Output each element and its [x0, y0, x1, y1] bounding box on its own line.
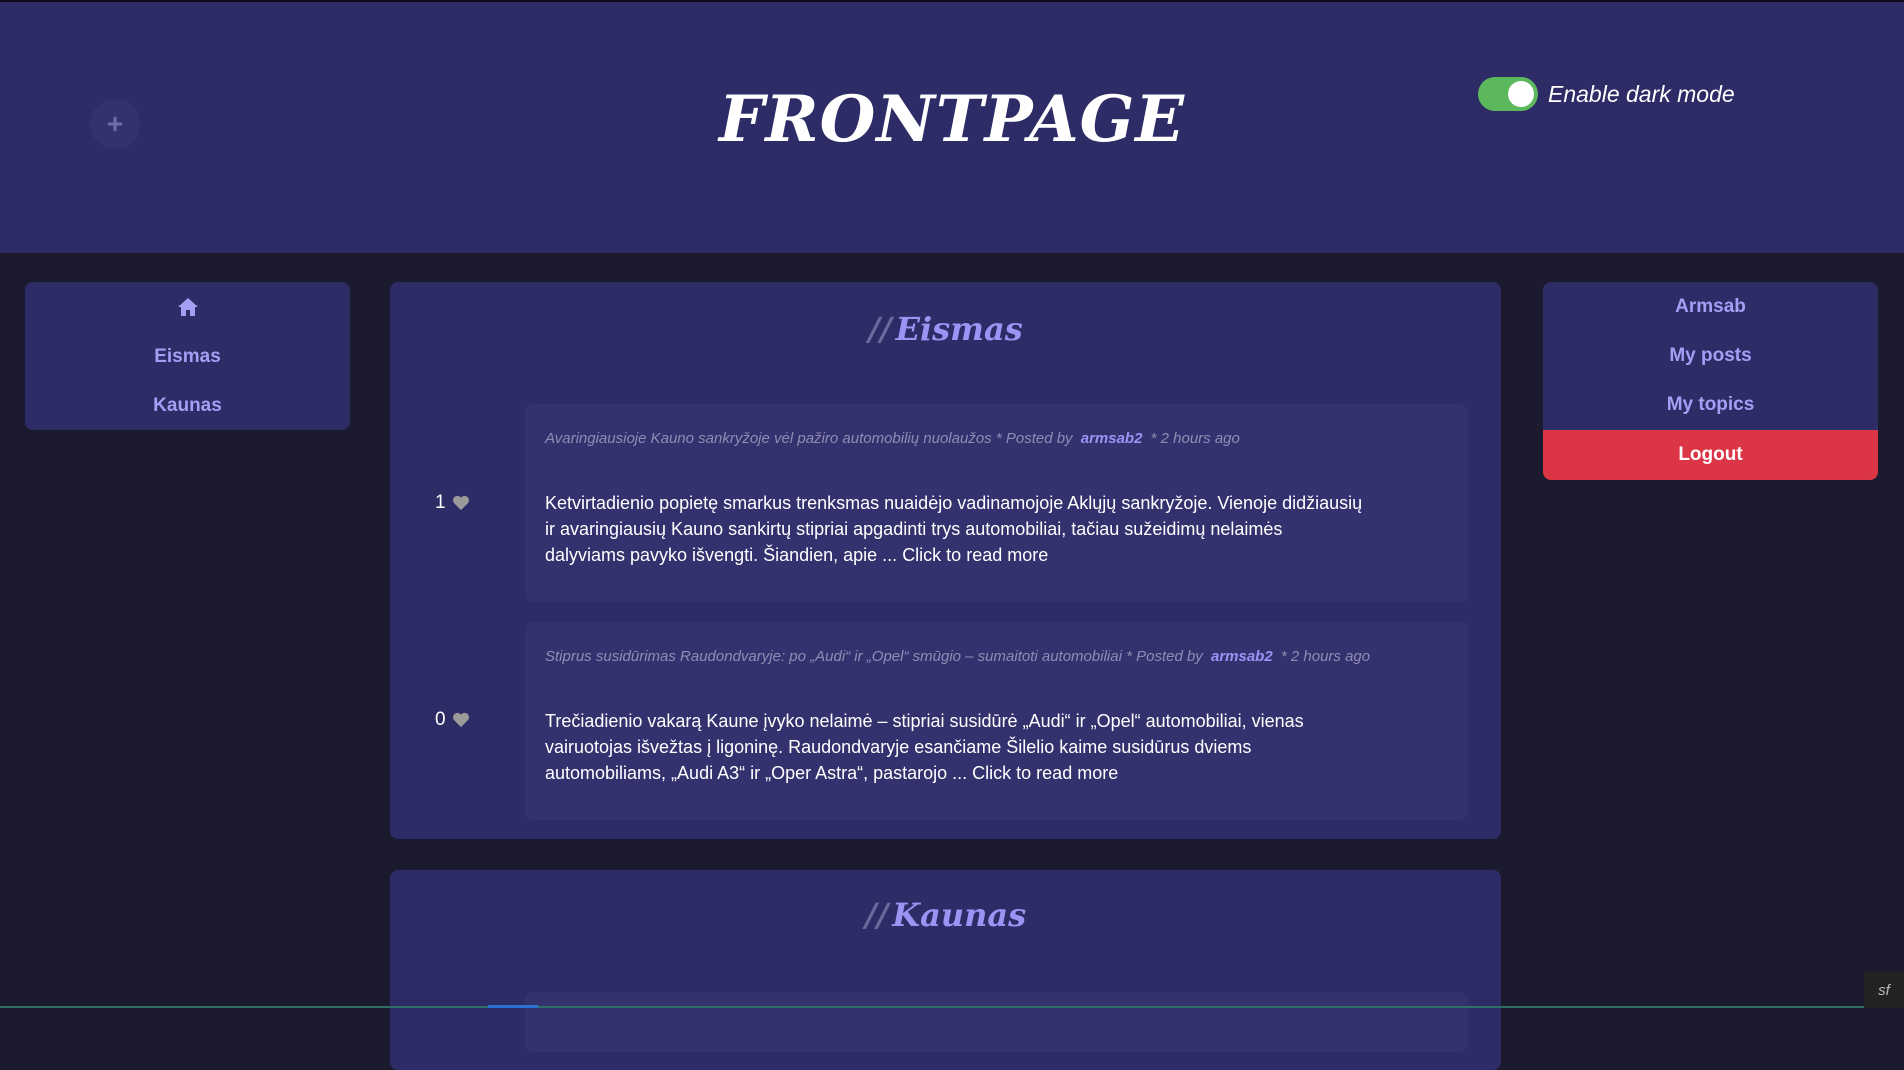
switch-knob	[1508, 81, 1534, 107]
home-link[interactable]	[25, 282, 350, 332]
post-card[interactable]: Stiprus susidūrimas Raudondvaryje: po „A…	[525, 622, 1468, 820]
post-excerpt[interactable]: Ketvirtadienio popietę smarkus trenksmas…	[545, 490, 1365, 568]
left-nav: Eismas Kaunas	[25, 282, 350, 430]
post-title[interactable]: Avaringiausioje Kauno sankryžoje vėl paž…	[545, 430, 992, 447]
symfony-debug-icon[interactable]: sf	[1864, 972, 1904, 1008]
post-meta: Avaringiausioje Kauno sankryžoje vėl paž…	[545, 430, 1445, 447]
post-card[interactable]	[525, 992, 1468, 1052]
username-link[interactable]: Armsab	[1543, 282, 1878, 331]
post-time: * 2 hours ago	[1281, 648, 1370, 665]
heart-icon[interactable]	[452, 495, 470, 511]
my-topics-link[interactable]: My topics	[1543, 380, 1878, 429]
dark-mode-switch[interactable]	[1478, 77, 1538, 111]
topic-name: Eismas	[896, 310, 1023, 348]
home-icon	[177, 297, 199, 317]
topic-slashes: //	[865, 896, 888, 934]
post-title[interactable]: Stiprus susidūrimas Raudondvaryje: po „A…	[545, 648, 1122, 665]
posted-by-label: * Posted by	[996, 430, 1073, 447]
posted-by-label: * Posted by	[1126, 648, 1203, 665]
heart-icon[interactable]	[452, 712, 470, 728]
like-counter[interactable]: 0	[435, 709, 470, 731]
my-posts-link[interactable]: My posts	[1543, 331, 1878, 380]
dark-mode-toggle[interactable]: Enable dark mode	[1478, 77, 1735, 111]
topic-name: Kaunas	[892, 896, 1026, 934]
nav-item-kaunas[interactable]: Kaunas	[25, 381, 350, 430]
nav-item-eismas[interactable]: Eismas	[25, 332, 350, 381]
user-menu-links: Armsab My posts My topics	[1543, 282, 1878, 430]
post-meta: Stiprus susidūrimas Raudondvaryje: po „A…	[545, 648, 1445, 665]
topic-title[interactable]: //Kaunas	[390, 896, 1501, 934]
topic-card-eismas: //Eismas 1 Avaringiausioje Kauno sankryž…	[390, 282, 1501, 839]
topic-card-kaunas: //Kaunas	[390, 870, 1501, 1070]
like-count: 0	[435, 709, 446, 731]
topic-slashes: //	[868, 310, 891, 348]
post-excerpt[interactable]: Trečiadienio vakarą Kaune įvyko nelaimė …	[545, 708, 1365, 786]
post-card[interactable]: Avaringiausioje Kauno sankryžoje vėl paž…	[525, 404, 1468, 602]
like-counter[interactable]: 1	[435, 492, 470, 514]
post-author[interactable]: armsab2	[1081, 430, 1143, 447]
user-menu: Armsab My posts My topics Logout	[1543, 282, 1878, 482]
dark-mode-label: Enable dark mode	[1548, 81, 1735, 108]
logout-button[interactable]: Logout	[1543, 430, 1878, 480]
site-header: + FRONTPAGE Enable dark mode	[0, 2, 1904, 253]
post-author[interactable]: armsab2	[1211, 648, 1273, 665]
debug-badge-label: sf	[1878, 982, 1890, 999]
like-count: 1	[435, 492, 446, 514]
post-time: * 2 hours ago	[1151, 430, 1240, 447]
topic-title[interactable]: //Eismas	[390, 310, 1501, 348]
